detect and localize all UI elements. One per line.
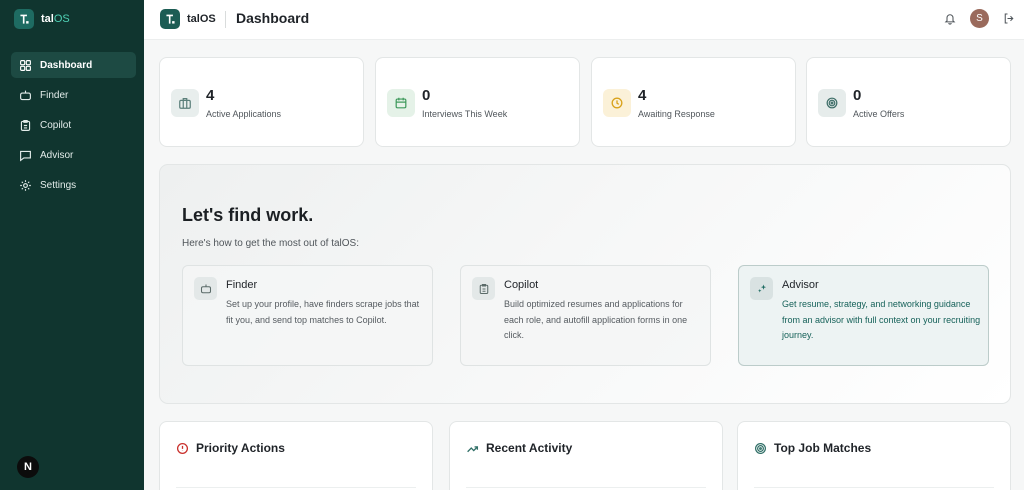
n-badge[interactable]: N — [17, 456, 39, 478]
card-header: Recent Activity — [466, 441, 572, 455]
sidebar-item-advisor[interactable]: Advisor — [11, 142, 136, 168]
header-divider — [225, 11, 226, 28]
grid-icon — [20, 59, 31, 71]
stat-label: Awaiting Response — [638, 109, 715, 119]
stat-card-active-applications[interactable]: 4 Active Applications — [159, 57, 364, 147]
feature-title: Advisor — [782, 279, 819, 291]
robot-icon — [194, 277, 217, 300]
sidebar-item-label: Advisor — [40, 149, 74, 161]
clipboard-icon — [20, 119, 31, 131]
feature-title: Finder — [226, 279, 258, 291]
page-title: Dashboard — [236, 10, 310, 26]
target-icon — [818, 89, 846, 117]
card-divider — [176, 487, 416, 488]
sidebar-item-label: Settings — [40, 179, 77, 191]
feature-title: Copilot — [504, 279, 539, 291]
feature-card-copilot[interactable]: Copilot Build optimized resumes and appl… — [460, 265, 711, 366]
briefcase-icon — [171, 89, 199, 117]
message-icon — [20, 150, 31, 162]
feature-card-finder[interactable]: Finder Set up your profile, have finders… — [182, 265, 433, 366]
feature-description: Get resume, strategy, and networking gui… — [782, 299, 981, 340]
card-divider — [754, 487, 994, 488]
recent-activity-card: Recent Activity — [449, 421, 723, 490]
bell-icon[interactable] — [944, 12, 956, 25]
stat-card-active-offers[interactable]: 0 Active Offers — [806, 57, 1011, 147]
sparkle-icon — [750, 277, 773, 300]
sidebar-item-finder[interactable]: Finder — [11, 82, 136, 108]
header-brand: talOS — [187, 13, 216, 25]
card-title: Priority Actions — [196, 441, 285, 455]
sidebar-item-label: Copilot — [40, 119, 72, 131]
card-divider — [466, 487, 706, 488]
calendar-icon — [387, 89, 415, 117]
welcome-subtitle: Here's how to get the most out of talOS: — [182, 238, 359, 249]
top-job-matches-card: Top Job Matches — [737, 421, 1011, 490]
clock-icon — [603, 89, 631, 117]
stat-label: Active Offers — [853, 109, 905, 119]
clipboard-icon — [472, 277, 495, 300]
priority-actions-card: Priority Actions — [159, 421, 433, 490]
talos-logo-icon — [160, 9, 180, 29]
sidebar: talOS Dashboard Finder Copilot Advisor S… — [0, 0, 144, 490]
stat-value: 0 — [422, 87, 431, 104]
stat-value: 4 — [206, 87, 215, 104]
sidebar-brand-text: talOS — [41, 13, 70, 25]
stat-value: 0 — [853, 87, 862, 104]
logout-icon[interactable] — [1003, 12, 1015, 25]
stat-label: Active Applications — [206, 109, 282, 119]
card-header: Priority Actions — [176, 441, 285, 455]
trending-up-icon — [467, 445, 479, 452]
stat-card-awaiting-response[interactable]: 4 Awaiting Response — [591, 57, 796, 147]
sidebar-brand[interactable]: talOS — [14, 9, 70, 29]
robot-icon — [20, 90, 31, 100]
card-header: Top Job Matches — [754, 441, 871, 455]
welcome-panel: Let's find work. Here's how to get the m… — [159, 164, 1011, 404]
sidebar-item-copilot[interactable]: Copilot — [11, 112, 136, 138]
talos-logo-icon — [14, 9, 34, 29]
feature-description: Set up your profile, have finders scrape… — [226, 299, 420, 325]
sidebar-item-label: Finder — [40, 89, 69, 101]
card-title: Top Job Matches — [774, 441, 872, 455]
avatar[interactable]: S — [970, 9, 989, 28]
feature-card-advisor[interactable]: Advisor Get resume, strategy, and networ… — [738, 265, 989, 366]
alert-circle-icon — [176, 442, 189, 454]
sidebar-item-dashboard[interactable]: Dashboard — [11, 52, 136, 78]
sidebar-item-label: Dashboard — [40, 59, 93, 71]
target-icon — [755, 442, 766, 454]
gear-icon — [20, 179, 31, 191]
welcome-title: Let's find work. — [182, 205, 314, 225]
header-logo[interactable]: talOS — [160, 9, 216, 29]
card-title: Recent Activity — [486, 441, 573, 455]
sidebar-nav: Dashboard Finder Copilot Advisor Setting… — [11, 52, 136, 202]
feature-description: Build optimized resumes and applications… — [504, 299, 688, 340]
top-header: talOS Dashboard S — [144, 0, 1024, 40]
stat-card-interviews[interactable]: 0 Interviews This Week — [375, 57, 580, 147]
sidebar-item-settings[interactable]: Settings — [11, 172, 136, 198]
stat-value: 4 — [638, 87, 647, 104]
stat-label: Interviews This Week — [422, 109, 508, 119]
